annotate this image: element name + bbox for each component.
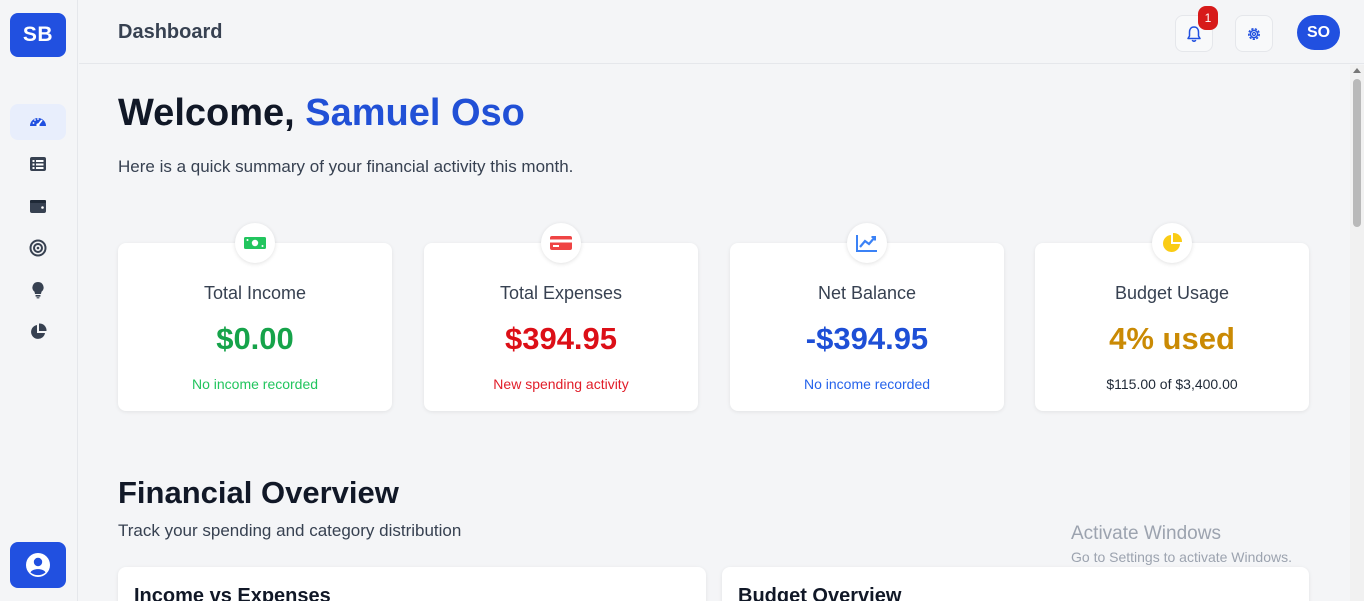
user-circle-icon: [26, 553, 50, 577]
sidebar-item-goals[interactable]: [10, 230, 66, 266]
financial-overview-title: Financial Overview: [118, 475, 399, 510]
welcome-greeting: Welcome,: [118, 92, 295, 134]
dashboard-gauge-icon: [30, 118, 46, 127]
user-avatar[interactable]: SO: [1297, 15, 1340, 50]
windows-activation-watermark: Activate Windows Go to Settings to activ…: [1071, 523, 1292, 565]
budget-overview-panel: Budget Overview: [722, 567, 1309, 601]
card-note: $115.00 of $3,400.00: [1106, 376, 1238, 392]
sidebar-item-reports[interactable]: [10, 314, 66, 350]
sidebar-item-insights[interactable]: [10, 272, 66, 308]
card-value: 4% used: [1109, 321, 1235, 356]
top-bar: Dashboard 1 SO: [79, 1, 1364, 64]
watermark-title: Activate Windows: [1071, 523, 1221, 544]
card-title: Budget Usage: [1114, 283, 1230, 303]
credit-card-icon: [550, 236, 572, 250]
main-content: Welcome, Samuel Oso Here is a quick summ…: [79, 65, 1350, 601]
card-icon-wrap: [541, 223, 581, 263]
pie-chart-icon: [31, 323, 47, 339]
card-title: Net Balance: [817, 283, 917, 303]
page-title: Dashboard: [118, 21, 223, 43]
income-vs-expenses-panel: Income vs Expenses: [118, 567, 706, 601]
sidebar-item-wallet[interactable]: [10, 188, 66, 224]
summary-card-expenses: Total Expenses $394.95 New spending acti…: [424, 223, 698, 411]
summary-card-budget-usage: Budget Usage 4% used $115.00 of $3,400.0…: [1035, 223, 1309, 411]
panel-title: Income vs Expenses: [134, 585, 331, 601]
lightbulb-icon: [32, 281, 44, 299]
card-icon-wrap: [847, 223, 887, 263]
card-icon-wrap: [1152, 223, 1192, 263]
profile-button[interactable]: [10, 542, 66, 588]
wallet-icon: [30, 200, 46, 213]
card-icon-wrap: [235, 223, 275, 263]
card-note: No income recorded: [191, 376, 319, 392]
card-value: $394.95: [504, 321, 618, 356]
card-note: No income recorded: [803, 376, 931, 392]
scroll-thumb[interactable]: [1353, 79, 1361, 227]
watermark-subtitle: Go to Settings to activate Windows.: [1071, 549, 1292, 565]
vertical-scrollbar[interactable]: [1350, 65, 1364, 601]
sidebar-item-dashboard[interactable]: [10, 104, 66, 140]
pie-chart-icon: [1163, 232, 1183, 252]
list-icon: [30, 157, 46, 171]
sidebar-item-transactions[interactable]: [10, 146, 66, 182]
financial-overview-subtitle: Track your spending and category distrib…: [118, 521, 462, 540]
card-value: -$394.95: [805, 321, 929, 356]
welcome-heading: Welcome, Samuel Oso: [118, 92, 525, 135]
settings-button[interactable]: [1235, 15, 1273, 52]
card-note: New spending activity: [493, 376, 629, 392]
target-icon: [29, 239, 47, 257]
notifications-button[interactable]: 1: [1175, 6, 1218, 52]
summary-card-income: Total Income $0.00 No income recorded: [118, 223, 392, 411]
notification-badge: 1: [1198, 6, 1218, 30]
card-value: $0.00: [216, 321, 294, 356]
welcome-subtitle: Here is a quick summary of your financia…: [118, 157, 574, 176]
app-logo[interactable]: SB: [10, 13, 66, 57]
money-bill-icon: [244, 237, 266, 249]
card-title: Total Income: [203, 283, 307, 303]
gear-icon: [1248, 27, 1260, 40]
welcome-user-name: Samuel Oso: [305, 92, 525, 134]
summary-card-net-balance: Net Balance -$394.95 No income recorded: [730, 223, 1004, 411]
scroll-up-arrow[interactable]: [1353, 68, 1361, 73]
sidebar: SB: [0, 0, 78, 601]
card-title: Total Expenses: [499, 283, 623, 303]
panel-title: Budget Overview: [738, 585, 902, 601]
chart-line-icon: [856, 235, 877, 252]
